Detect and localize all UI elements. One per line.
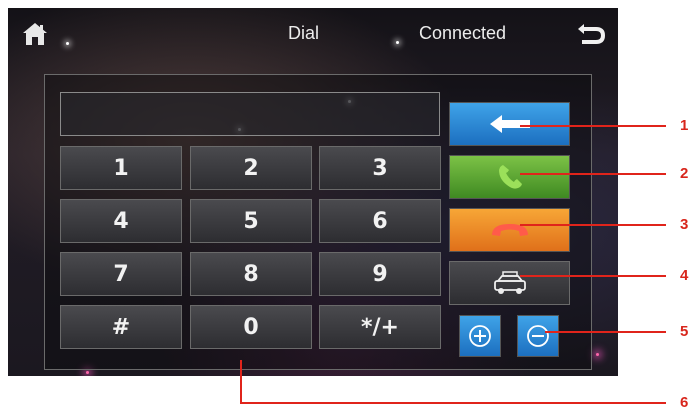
callout-number-3: 3	[680, 216, 689, 233]
callout-line-3	[520, 224, 666, 226]
key-star-plus[interactable]: */+	[319, 305, 441, 349]
key-5[interactable]: 5	[190, 199, 312, 243]
key-label: 6	[372, 208, 388, 234]
key-label: 8	[243, 261, 259, 287]
key-6[interactable]: 6	[319, 199, 441, 243]
key-1[interactable]: 1	[60, 146, 182, 190]
key-hash[interactable]: #	[60, 305, 182, 349]
key-label: 2	[243, 155, 259, 181]
return-arrow-icon	[578, 24, 606, 44]
callout-line-5	[545, 331, 666, 333]
star-decoration	[86, 371, 89, 374]
key-4[interactable]: 4	[60, 199, 182, 243]
callout-number-1: 1	[680, 117, 689, 134]
callout-line-6	[240, 402, 666, 404]
key-0[interactable]: 0	[190, 305, 312, 349]
callout-number-6: 6	[680, 394, 689, 411]
callout-line-4	[520, 275, 666, 277]
volume-down-button[interactable]	[517, 315, 559, 357]
key-label: 5	[243, 208, 259, 234]
left-arrow-icon	[489, 115, 530, 133]
device-screen: Dial Connected 1 2 3 4 5 6 7 8 9 # 0 */+	[8, 8, 618, 376]
key-label: 9	[372, 261, 388, 287]
backspace-button[interactable]	[449, 102, 570, 146]
car-mode-button[interactable]	[449, 261, 570, 305]
hang-up-button[interactable]	[449, 208, 570, 252]
connection-status: Connected	[419, 23, 507, 43]
key-label: #	[111, 314, 131, 340]
key-label: 7	[113, 261, 129, 287]
star-decoration	[596, 353, 599, 356]
key-label: */+	[361, 314, 399, 340]
home-icon	[23, 23, 47, 45]
callout-number-4: 4	[680, 267, 689, 284]
key-9[interactable]: 9	[319, 252, 441, 296]
top-bar: Dial Connected	[8, 8, 618, 60]
key-7[interactable]: 7	[60, 252, 182, 296]
key-8[interactable]: 8	[190, 252, 312, 296]
page-title: Dial	[288, 23, 320, 43]
plus-circle-icon	[469, 325, 491, 347]
key-label: 3	[372, 155, 388, 181]
back-button[interactable]	[576, 20, 606, 46]
callout-line-6-vertical	[240, 360, 242, 404]
callout-number-2: 2	[680, 165, 689, 182]
key-3[interactable]: 3	[319, 146, 441, 190]
callout-number-5: 5	[680, 323, 689, 340]
callout-line-2	[520, 173, 666, 175]
number-display[interactable]	[60, 92, 440, 136]
key-2[interactable]: 2	[190, 146, 312, 190]
home-button[interactable]	[22, 22, 48, 46]
callout-line-1	[520, 125, 666, 127]
key-label: 0	[243, 314, 259, 340]
phone-handset-icon	[498, 165, 522, 189]
minus-circle-icon	[527, 325, 549, 347]
volume-up-button[interactable]	[459, 315, 501, 357]
call-button[interactable]	[449, 155, 570, 199]
key-label: 1	[113, 155, 129, 181]
key-label: 4	[113, 208, 129, 234]
